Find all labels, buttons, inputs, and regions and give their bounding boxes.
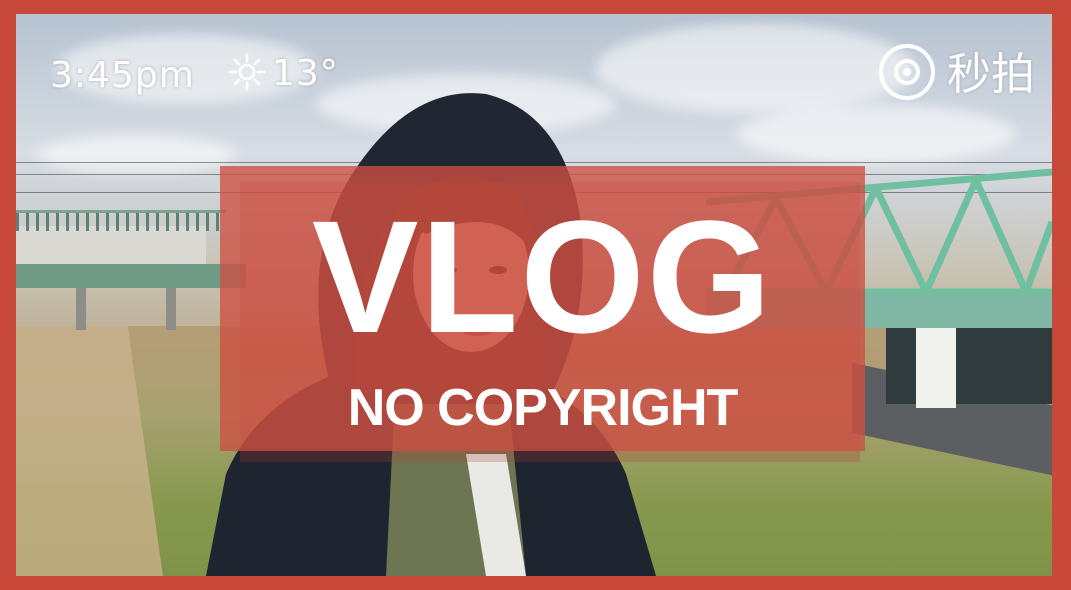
- camera-logo-icon: [877, 42, 937, 107]
- time-label: 3:45pm: [50, 55, 195, 96]
- cover-title: VLOG: [311, 187, 774, 366]
- sun-icon: [228, 53, 266, 96]
- video-thumbnail-frame[interactable]: VLOG NO COPYRIGHT 3:45pm 13° 秒拍: [0, 0, 1071, 590]
- watermark-text: 秒拍: [947, 48, 1035, 100]
- cover-subtitle: NO COPYRIGHT: [347, 379, 739, 437]
- weather-indicator: 13°: [228, 52, 339, 96]
- app-watermark: 秒拍: [877, 42, 1035, 107]
- temperature-label: 13°: [272, 53, 339, 94]
